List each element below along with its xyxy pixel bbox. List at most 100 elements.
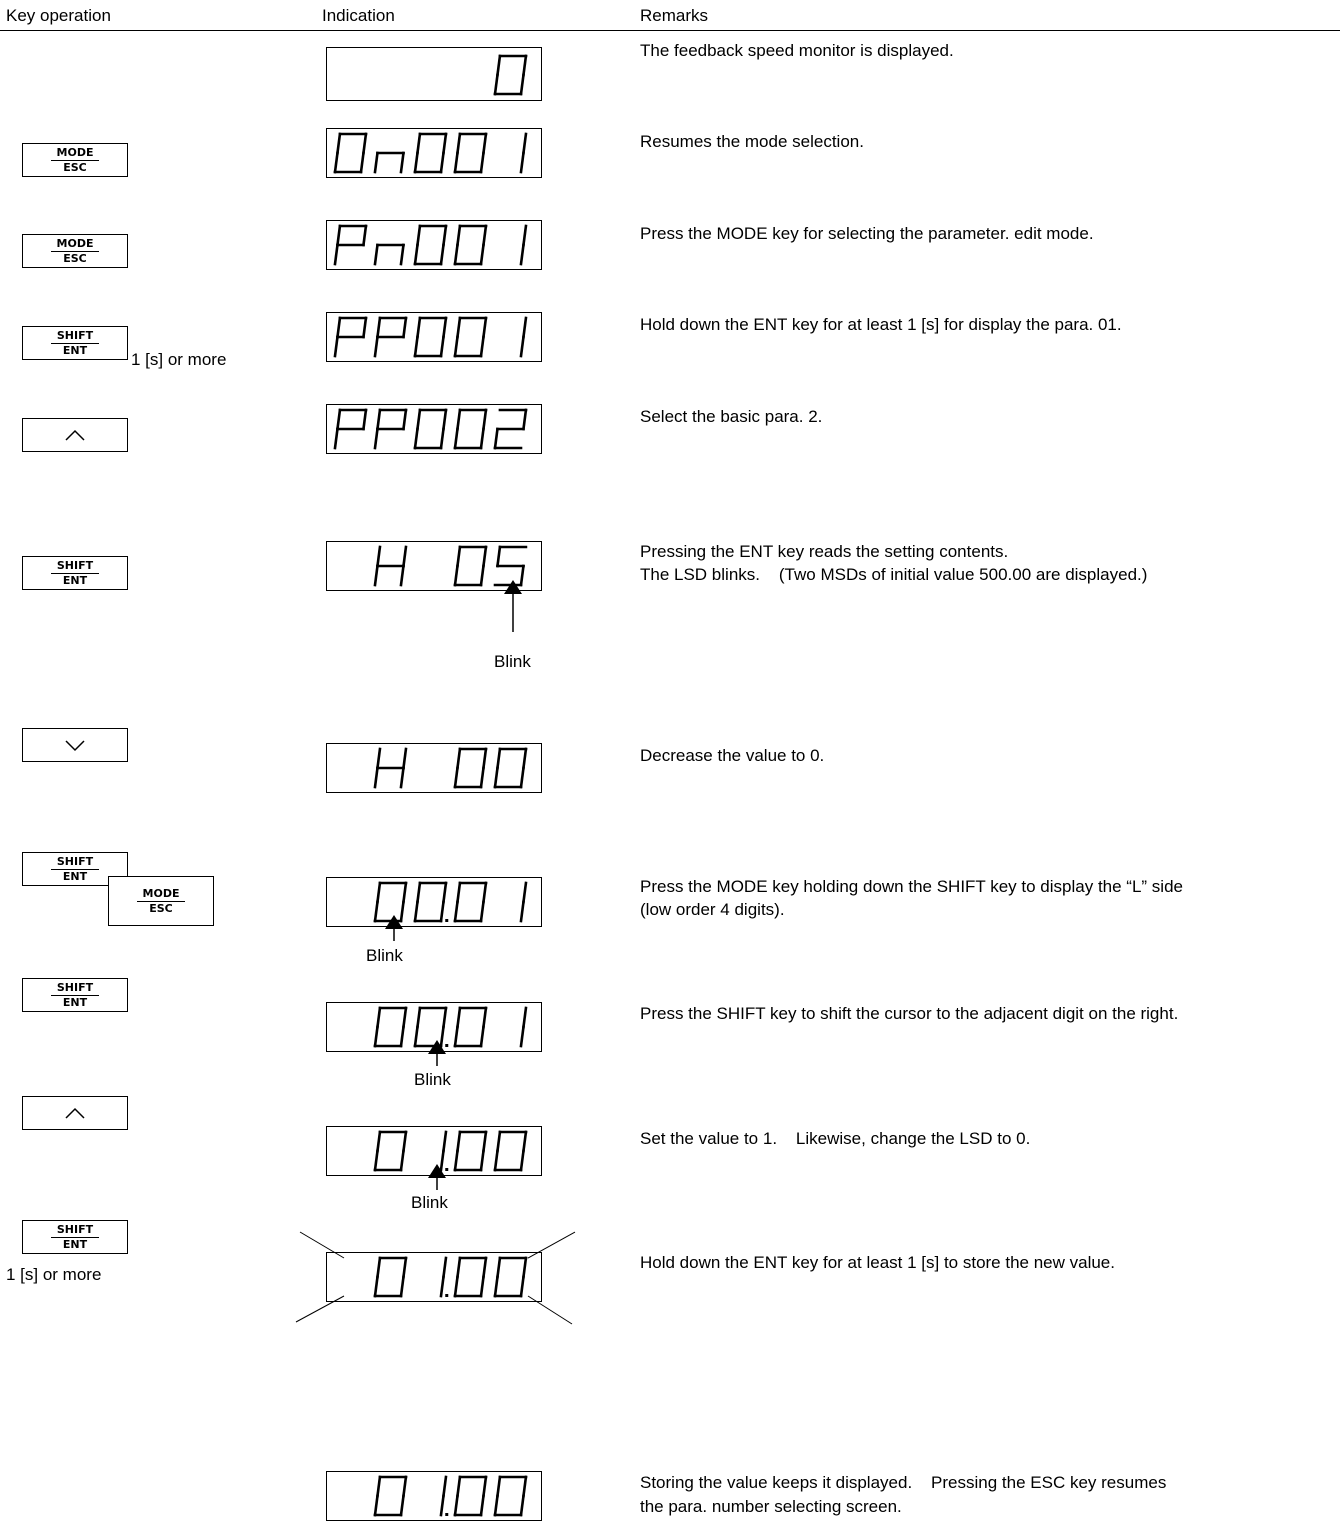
segment-e bbox=[373, 1494, 379, 1517]
segment-b bbox=[402, 1475, 408, 1498]
segment-b bbox=[482, 545, 488, 568]
segment-c bbox=[479, 1494, 485, 1517]
segment-f bbox=[416, 224, 422, 247]
segment-e bbox=[333, 427, 339, 450]
decimal-point bbox=[445, 919, 449, 922]
segment-e bbox=[453, 427, 459, 450]
segment-b bbox=[402, 316, 408, 339]
segment-c bbox=[479, 766, 485, 789]
segment-e bbox=[373, 335, 379, 358]
segment-c bbox=[519, 73, 525, 96]
segment-f bbox=[416, 1006, 422, 1029]
up-arrow-icon bbox=[65, 1107, 85, 1119]
segment-f bbox=[456, 408, 462, 431]
segment-c bbox=[439, 1275, 445, 1298]
segment-e bbox=[413, 427, 419, 450]
segment-b bbox=[442, 881, 448, 904]
segment-c bbox=[479, 427, 485, 450]
segment-b bbox=[522, 132, 528, 155]
remark-text: Resumes the mode selection. bbox=[640, 132, 864, 151]
segment-f bbox=[336, 316, 342, 339]
segment-f bbox=[336, 132, 342, 155]
shift-ent-key: SHIFT ENT bbox=[22, 326, 128, 360]
mode-label: MODE bbox=[136, 887, 186, 902]
segment-e bbox=[453, 1275, 459, 1298]
segment-b bbox=[442, 1006, 448, 1029]
segment-f bbox=[376, 1006, 382, 1029]
up-arrow-icon bbox=[65, 429, 85, 441]
segment-b bbox=[402, 1130, 408, 1153]
segment-f bbox=[416, 408, 422, 431]
segment-f bbox=[376, 545, 382, 568]
segment-display bbox=[326, 128, 542, 178]
remark-text: Hold down the ENT key for at least 1 [s]… bbox=[640, 1253, 1115, 1272]
segment-e bbox=[333, 151, 339, 174]
segment-b bbox=[522, 1475, 528, 1498]
segment-e bbox=[413, 151, 419, 174]
segment-c bbox=[479, 1149, 485, 1172]
segment-b bbox=[522, 316, 528, 339]
segment-b bbox=[362, 132, 368, 155]
segment-e bbox=[493, 1275, 499, 1298]
segment-display bbox=[326, 312, 542, 362]
segment-display bbox=[326, 877, 542, 927]
segment-display-storing bbox=[326, 1252, 542, 1302]
segment-c bbox=[479, 1275, 485, 1298]
segment-display bbox=[326, 404, 542, 454]
segment-e bbox=[333, 335, 339, 358]
segment-f bbox=[456, 316, 462, 339]
segment-b bbox=[522, 224, 528, 247]
segment-b bbox=[522, 1130, 528, 1153]
segment-b bbox=[482, 316, 488, 339]
segment-f bbox=[456, 1475, 462, 1498]
segment-c bbox=[399, 766, 405, 789]
segment-e bbox=[493, 766, 499, 789]
segment-c bbox=[519, 243, 525, 266]
remark-text: The feedback speed monitor is displayed. bbox=[640, 41, 954, 60]
segment-b bbox=[402, 1256, 408, 1279]
segment-display bbox=[326, 1471, 542, 1521]
mode-esc-key: MODE ESC bbox=[22, 143, 128, 177]
shift-ent-key: SHIFT ENT bbox=[22, 978, 128, 1012]
blink-pointer bbox=[381, 915, 407, 946]
segment-e bbox=[453, 1494, 459, 1517]
segment-b bbox=[402, 545, 408, 568]
decimal-point bbox=[445, 1513, 449, 1516]
mode-label: MODE bbox=[50, 237, 100, 252]
blink-pointer bbox=[424, 1164, 450, 1195]
segment-f bbox=[456, 224, 462, 247]
segment-e bbox=[413, 335, 419, 358]
segment-b bbox=[402, 881, 408, 904]
shift-label: SHIFT bbox=[50, 329, 100, 344]
segment-f bbox=[376, 881, 382, 904]
hold-duration-note: 1 [s] or more bbox=[6, 1265, 102, 1284]
segment-e bbox=[453, 766, 459, 789]
segment-c bbox=[399, 1275, 405, 1298]
esc-label: ESC bbox=[149, 902, 173, 915]
shift-ent-key: SHIFT ENT bbox=[22, 556, 128, 590]
segment-f bbox=[456, 881, 462, 904]
blink-label: Blink bbox=[411, 1193, 448, 1212]
segment-b bbox=[482, 881, 488, 904]
segment-c bbox=[519, 151, 525, 174]
segment-b bbox=[442, 1256, 448, 1279]
remark-text: Pressing the ENT key reads the setting c… bbox=[640, 542, 1009, 561]
remark-text: Press the MODE key for selecting the par… bbox=[640, 224, 1094, 243]
segment-b bbox=[482, 747, 488, 770]
segment-e bbox=[413, 1025, 419, 1048]
arrow-up-icon bbox=[504, 580, 522, 632]
segment-f bbox=[376, 1256, 382, 1279]
segment-b bbox=[442, 1130, 448, 1153]
segment-c bbox=[439, 151, 445, 174]
segment-f bbox=[376, 408, 382, 431]
segment-f bbox=[496, 1475, 502, 1498]
ent-label: ENT bbox=[62, 344, 88, 357]
segment-c bbox=[519, 900, 525, 923]
segment-c bbox=[439, 335, 445, 358]
segment-b bbox=[362, 408, 368, 431]
segment-b bbox=[402, 1006, 408, 1029]
segment-c bbox=[479, 1025, 485, 1048]
remark-text: Decrease the value to 0. bbox=[640, 746, 825, 765]
segment-c bbox=[359, 151, 365, 174]
segment-b bbox=[442, 224, 448, 247]
